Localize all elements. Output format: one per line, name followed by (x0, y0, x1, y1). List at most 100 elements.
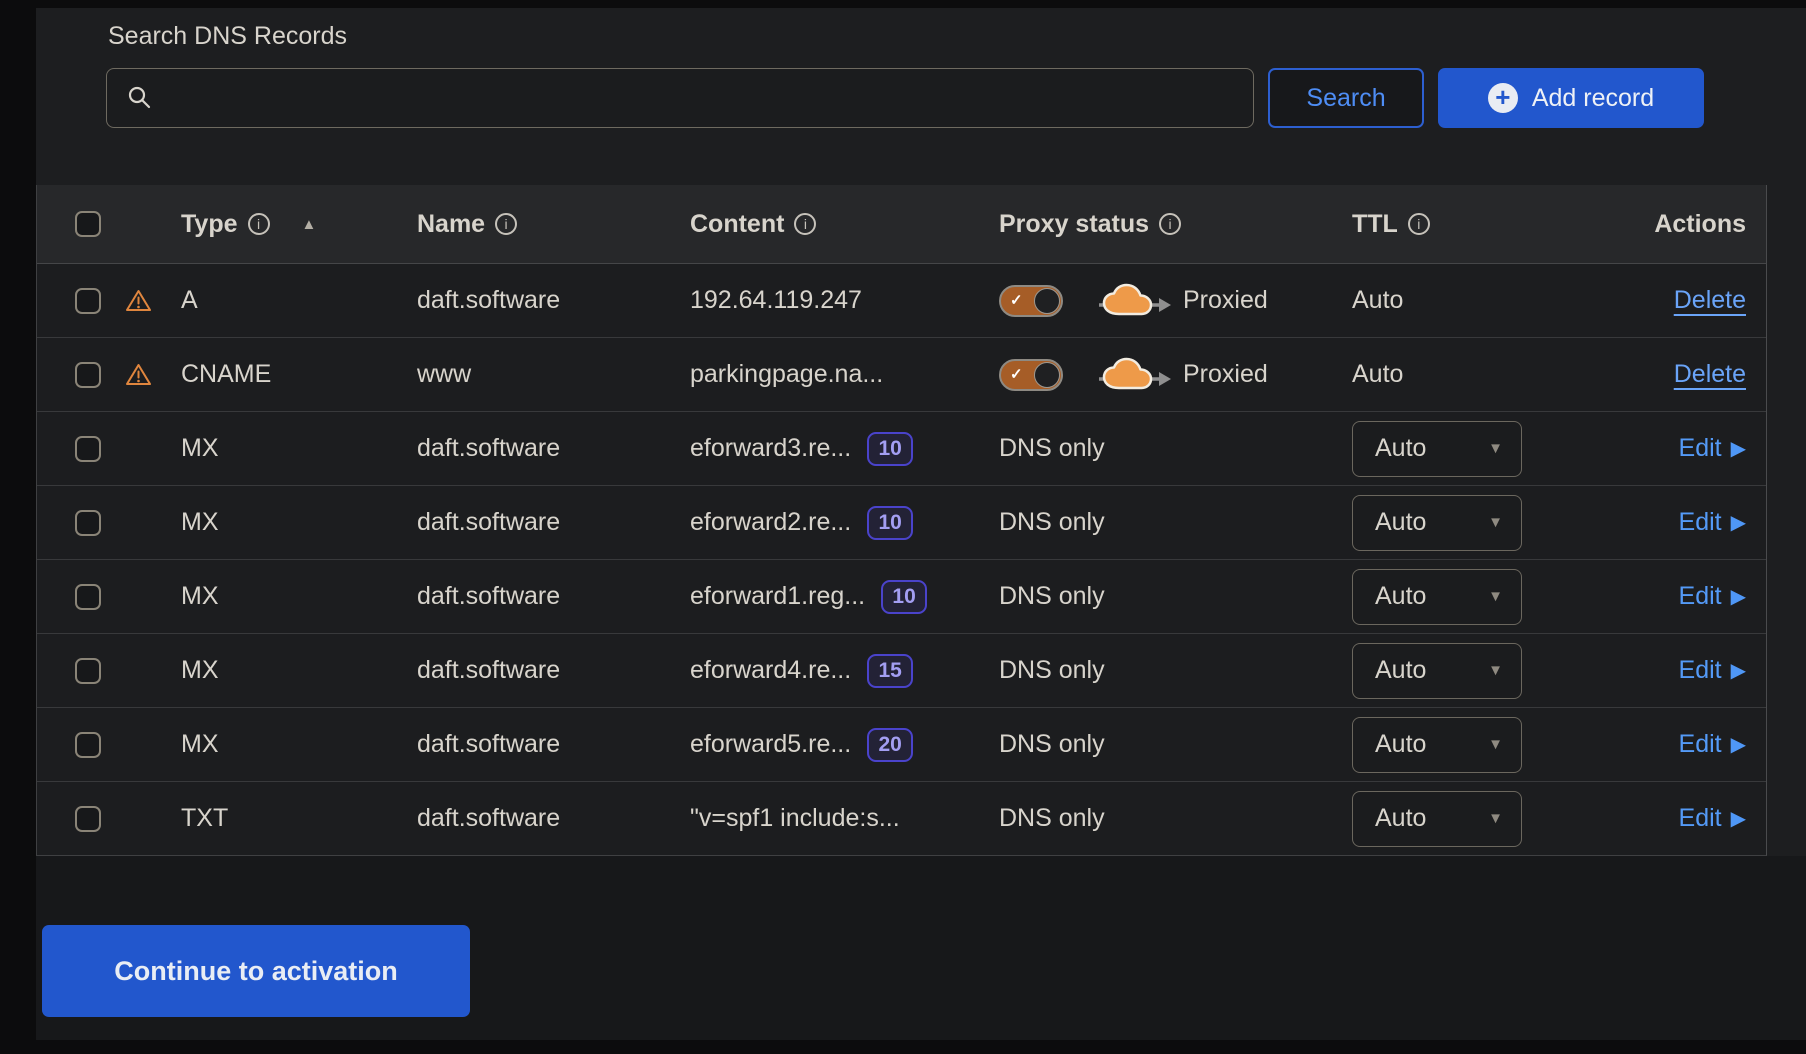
ttl-value: Auto (1375, 508, 1426, 537)
row-checkbox[interactable] (75, 658, 101, 684)
column-header-label: Actions (1654, 210, 1746, 239)
edit-button[interactable]: Edit ▶ (1679, 508, 1746, 537)
record-name: daft.software (409, 730, 674, 759)
record-type: MX (173, 730, 409, 759)
caret-down-icon: ▼ (1488, 810, 1503, 827)
record-ttl: Auto (1336, 286, 1546, 315)
row-checkbox[interactable] (75, 806, 101, 832)
record-content: eforward4.re... (690, 656, 851, 685)
record-type: TXT (173, 804, 409, 833)
toggle-knob (1034, 362, 1060, 388)
ttl-dropdown[interactable]: Auto ▼ (1352, 643, 1522, 699)
edit-label: Edit (1679, 656, 1722, 685)
edit-label: Edit (1679, 582, 1722, 611)
ttl-value: Auto (1375, 804, 1426, 833)
dns-record-row: A daft.software 192.64.119.247 ✓ Proxied… (37, 263, 1766, 337)
record-name: daft.software (409, 508, 674, 537)
warning-icon (125, 362, 152, 387)
edit-label: Edit (1679, 804, 1722, 833)
add-record-label: Add record (1532, 84, 1654, 113)
proxy-toggle[interactable]: ✓ (999, 359, 1063, 391)
edit-button[interactable]: Edit ▶ (1679, 434, 1746, 463)
search-input-wrapper (106, 68, 1254, 128)
record-name: daft.software (409, 434, 674, 463)
check-icon: ✓ (1010, 365, 1023, 383)
row-checkbox[interactable] (75, 510, 101, 536)
edit-button[interactable]: Edit ▶ (1679, 804, 1746, 833)
proxy-status-label: DNS only (999, 508, 1105, 537)
column-header-name: Name i (409, 210, 674, 239)
column-header-ttl: TTL i (1336, 210, 1546, 239)
proxy-toggle[interactable]: ✓ (999, 285, 1063, 317)
delete-button[interactable]: Delete (1674, 360, 1746, 389)
column-header-actions: Actions (1546, 210, 1766, 239)
record-name: daft.software (409, 656, 674, 685)
table-header-row: Type i ▲ Name i Content i Proxy status i… (37, 185, 1766, 263)
caret-down-icon: ▼ (1488, 440, 1503, 457)
record-name: daft.software (409, 804, 674, 833)
ttl-value: Auto (1375, 656, 1426, 685)
record-type: MX (173, 582, 409, 611)
edit-button[interactable]: Edit ▶ (1679, 656, 1746, 685)
search-input[interactable] (153, 69, 1253, 127)
sort-ascending-icon[interactable]: ▲ (302, 216, 317, 233)
plus-icon: + (1488, 83, 1518, 113)
delete-button[interactable]: Delete (1674, 286, 1746, 315)
ttl-dropdown[interactable]: Auto ▼ (1352, 791, 1522, 847)
ttl-value: Auto (1375, 434, 1426, 463)
edit-label: Edit (1679, 434, 1722, 463)
ttl-dropdown[interactable]: Auto ▼ (1352, 421, 1522, 477)
info-icon[interactable]: i (1408, 213, 1430, 235)
row-checkbox[interactable] (75, 584, 101, 610)
row-checkbox[interactable] (75, 732, 101, 758)
priority-badge: 10 (867, 432, 913, 466)
column-header-content: Content i (674, 210, 979, 239)
info-icon[interactable]: i (1159, 213, 1181, 235)
select-all-checkbox[interactable] (75, 211, 101, 237)
edit-button[interactable]: Edit ▶ (1679, 582, 1746, 611)
dns-record-row: MX daft.software eforward1.reg... 10 DNS… (37, 559, 1766, 633)
continue-to-activation-button[interactable]: Continue to activation (42, 925, 470, 1017)
dns-record-row: MX daft.software eforward3.re... 10 DNS … (37, 411, 1766, 485)
ttl-dropdown[interactable]: Auto ▼ (1352, 495, 1522, 551)
column-header-type[interactable]: Type i ▲ (173, 210, 409, 239)
edit-arrow-icon: ▶ (1731, 732, 1746, 757)
column-header-label: Type (181, 210, 238, 239)
proxy-status-label: DNS only (999, 582, 1105, 611)
row-checkbox[interactable] (75, 288, 101, 314)
record-name: www (409, 360, 674, 389)
record-type: MX (173, 434, 409, 463)
ttl-dropdown[interactable]: Auto ▼ (1352, 569, 1522, 625)
ttl-value: Auto (1375, 582, 1426, 611)
caret-down-icon: ▼ (1488, 588, 1503, 605)
toggle-knob (1034, 288, 1060, 314)
edit-arrow-icon: ▶ (1731, 436, 1746, 461)
record-type: CNAME (173, 360, 409, 389)
record-type: A (173, 286, 409, 315)
row-checkbox[interactable] (75, 436, 101, 462)
column-header-label: Content (690, 210, 784, 239)
add-record-button[interactable]: + Add record (1438, 68, 1704, 128)
record-name: daft.software (409, 286, 674, 315)
dns-records-table: Type i ▲ Name i Content i Proxy status i… (36, 185, 1767, 856)
info-icon[interactable]: i (495, 213, 517, 235)
info-icon[interactable]: i (794, 213, 816, 235)
caret-down-icon: ▼ (1488, 514, 1503, 531)
record-ttl: Auto (1336, 360, 1546, 389)
proxied-cloud-icon (1095, 356, 1173, 394)
check-icon: ✓ (1010, 291, 1023, 309)
column-header-label: Proxy status (999, 210, 1149, 239)
row-checkbox[interactable] (75, 362, 101, 388)
record-type: MX (173, 656, 409, 685)
record-content: eforward5.re... (690, 730, 851, 759)
edit-label: Edit (1679, 508, 1722, 537)
proxied-cloud-icon (1095, 282, 1173, 320)
warning-icon (125, 288, 152, 313)
search-button[interactable]: Search (1268, 68, 1424, 128)
edit-button[interactable]: Edit ▶ (1679, 730, 1746, 759)
ttl-dropdown[interactable]: Auto ▼ (1352, 717, 1522, 773)
info-icon[interactable]: i (248, 213, 270, 235)
dns-record-row: CNAME www parkingpage.na... ✓ Proxied Au… (37, 337, 1766, 411)
proxy-status-label: DNS only (999, 730, 1105, 759)
edit-arrow-icon: ▶ (1731, 584, 1746, 609)
